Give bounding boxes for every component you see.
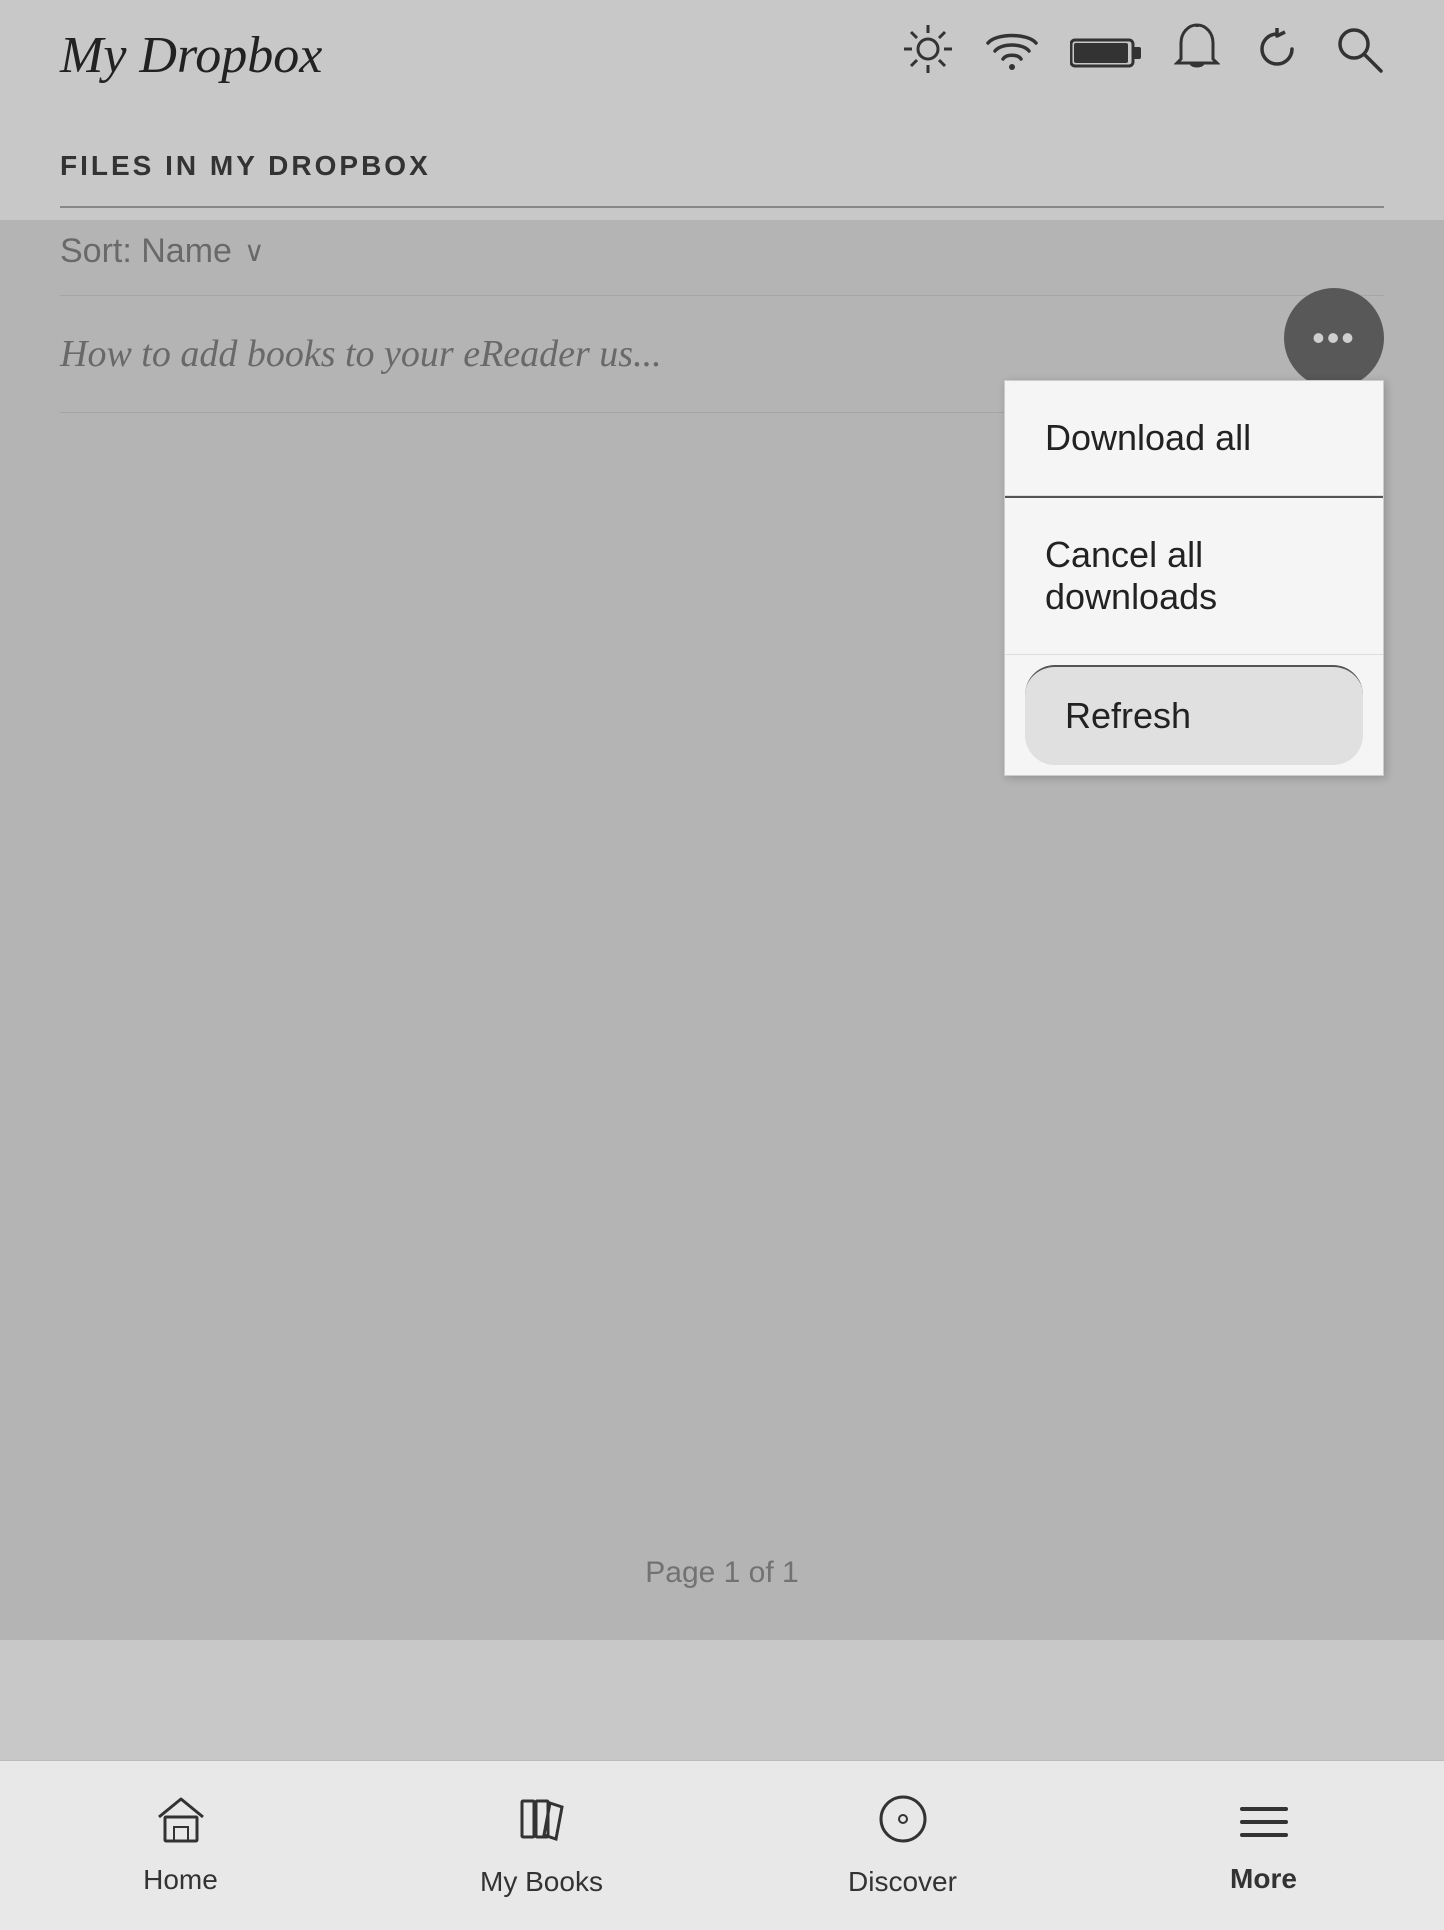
main-content: FILES IN MY DROPBOX Sort: Name ∨ ••• How… xyxy=(0,110,1444,1810)
nav-more[interactable]: More xyxy=(1083,1796,1444,1895)
nav-more-label: More xyxy=(1230,1863,1297,1895)
hamburger-icon xyxy=(1238,1796,1290,1855)
header: My Dropbox xyxy=(0,0,1444,110)
sync-icon[interactable] xyxy=(1252,24,1302,86)
bottom-nav: Home My Books Discover Mor xyxy=(0,1760,1444,1930)
nav-home[interactable]: Home xyxy=(0,1795,361,1896)
discover-icon xyxy=(877,1793,929,1858)
dropdown-menu: Download all Cancel all downloads Refres… xyxy=(1004,380,1384,776)
page-title: My Dropbox xyxy=(60,26,322,85)
battery-icon xyxy=(1070,28,1142,83)
notification-icon[interactable] xyxy=(1174,23,1220,87)
nav-discover[interactable]: Discover xyxy=(722,1793,1083,1898)
wifi-icon[interactable] xyxy=(986,27,1038,83)
refresh-button[interactable]: Refresh xyxy=(1025,665,1363,765)
books-icon xyxy=(516,1793,568,1858)
nav-mybooks-label: My Books xyxy=(480,1866,603,1898)
download-all-button[interactable]: Download all xyxy=(1005,381,1383,496)
cancel-downloads-button[interactable]: Cancel all downloads xyxy=(1005,496,1383,655)
nav-home-label: Home xyxy=(143,1864,218,1896)
search-icon[interactable] xyxy=(1334,24,1384,86)
home-icon xyxy=(155,1795,207,1856)
nav-my-books[interactable]: My Books xyxy=(361,1793,722,1898)
nav-discover-label: Discover xyxy=(848,1866,957,1898)
brightness-icon[interactable] xyxy=(902,23,954,87)
header-icons xyxy=(902,23,1384,87)
section-title: FILES IN MY DROPBOX xyxy=(60,150,1384,182)
